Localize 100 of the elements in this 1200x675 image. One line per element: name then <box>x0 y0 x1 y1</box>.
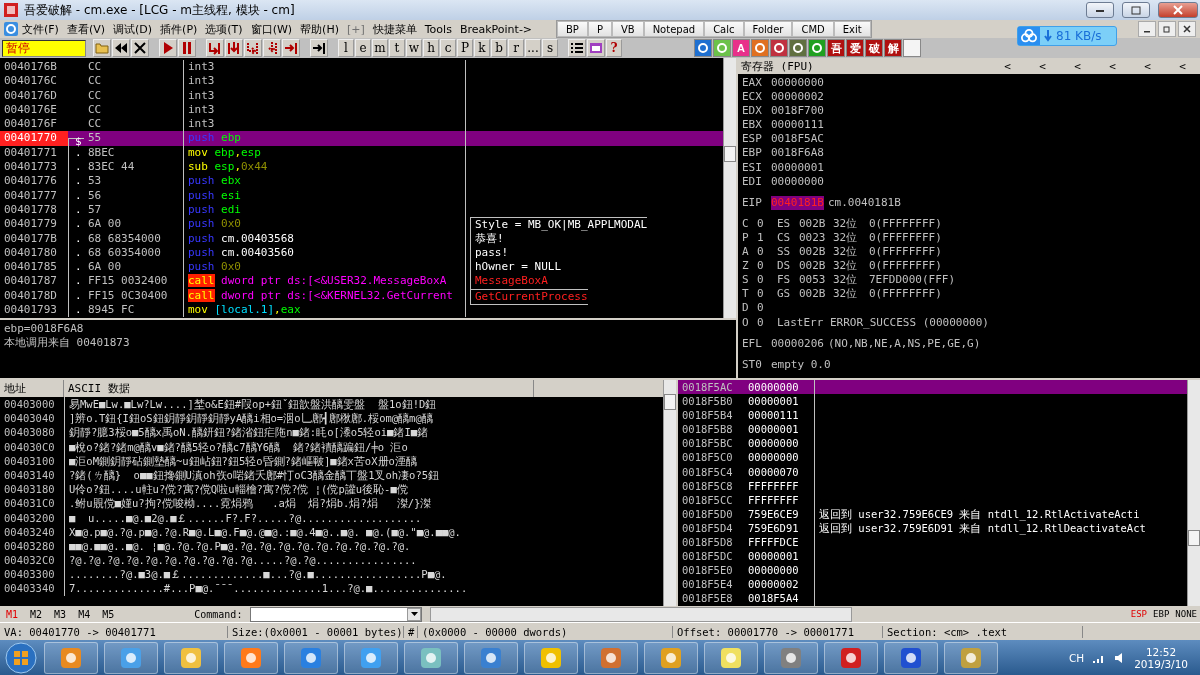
close-button[interactable] <box>1178 21 1196 37</box>
scrollbar[interactable] <box>1187 380 1200 606</box>
toolbar-button[interactable]: b <box>491 39 507 57</box>
toolbar-button[interactable]: ... <box>525 39 541 57</box>
flag-name: S <box>742 273 750 288</box>
toolbar-button[interactable]: l <box>338 39 354 57</box>
command-field[interactable] <box>250 606 423 622</box>
taskbar-button[interactable] <box>104 641 158 674</box>
quick-button[interactable]: BP <box>557 21 588 37</box>
address-cell-text: 00403100 <box>3 453 56 468</box>
maximize-button[interactable] <box>1122 2 1150 18</box>
dump-tab[interactable]: M5 <box>100 608 117 620</box>
dump-tab[interactable]: M2 <box>28 608 45 620</box>
arrow-button[interactable]: < <box>990 59 1025 73</box>
menu-item[interactable]: 调试(D) <box>109 21 157 37</box>
taskbar-button[interactable] <box>884 641 938 674</box>
toolbar-button[interactable]: k <box>474 39 490 57</box>
instruction-cell: int3 <box>183 102 465 118</box>
dropdown-button[interactable] <box>407 607 422 621</box>
plugin-button[interactable]: 爱 <box>846 39 864 57</box>
arrow-button[interactable]: < <box>1130 59 1165 73</box>
arrow-button[interactable]: < <box>1025 59 1060 73</box>
start-button[interactable] <box>4 640 38 675</box>
taskbar-button[interactable] <box>764 641 818 674</box>
arrow-button[interactable]: < <box>1095 59 1130 73</box>
taskbar-button[interactable] <box>944 641 998 674</box>
plugin-button[interactable]: 解 <box>884 39 902 57</box>
toolbar-button[interactable]: c <box>440 39 456 57</box>
taskbar-button[interactable] <box>224 641 278 674</box>
toolbar-button[interactable]: e <box>355 39 371 57</box>
segment-base: 0(FFFFFFFF) <box>869 216 942 231</box>
segment-bits: 32位 <box>833 287 859 302</box>
minimize-button[interactable] <box>1086 2 1114 18</box>
quick-button[interactable]: CMD <box>792 21 834 37</box>
menu-item[interactable]: 帮助(H) <box>296 21 343 37</box>
segment-selector: 002B <box>799 287 827 302</box>
taskbar-button[interactable] <box>284 641 338 674</box>
plugin-button[interactable] <box>789 39 807 57</box>
plugin-button[interactable] <box>751 39 769 57</box>
register-name: EFL <box>742 336 763 351</box>
plugin-button[interactable] <box>713 39 731 57</box>
toolbar-button[interactable]: h <box>423 39 439 57</box>
arrow-button[interactable]: < <box>1060 59 1095 73</box>
quick-button[interactable]: Exit <box>833 21 871 37</box>
taskbar-button[interactable] <box>344 641 398 674</box>
mode-button[interactable]: NONE <box>1172 609 1200 619</box>
plugin-button[interactable] <box>770 39 788 57</box>
dump-tab[interactable]: M4 <box>76 608 93 620</box>
taskbar-button[interactable] <box>824 641 878 674</box>
quick-button[interactable]: VB <box>611 21 644 37</box>
quick-button[interactable]: Notepad <box>643 21 705 37</box>
toolbar-button[interactable]: m <box>372 39 388 57</box>
menu-item[interactable]: BreakPoint-> <box>455 22 537 36</box>
taskbar-button[interactable] <box>644 641 698 674</box>
toolbar-button[interactable]: t <box>389 39 405 57</box>
register-value: 00000206 <box>771 336 824 351</box>
menu-item[interactable]: 插件(P) <box>156 21 202 37</box>
address-cell-text: 00403300 <box>3 567 56 582</box>
menu-item[interactable]: Tools <box>420 22 456 36</box>
arrow-button[interactable]: < <box>1165 59 1200 73</box>
app-icon <box>899 645 923 670</box>
plugin-button[interactable]: A <box>732 39 750 57</box>
scrollbar[interactable] <box>663 380 676 606</box>
taskbar-button[interactable] <box>44 641 98 674</box>
menu-item[interactable]: 选项(T) <box>201 21 247 37</box>
address-cell-text: 00403000 <box>3 397 56 412</box>
taskbar-button[interactable] <box>404 641 458 674</box>
value-cell-text: 00000070 <box>747 464 800 479</box>
taskbar-button[interactable] <box>524 641 578 674</box>
toolbar-button[interactable]: s <box>542 39 558 57</box>
quick-button[interactable]: Calc <box>704 21 744 37</box>
taskbar-button[interactable] <box>164 641 218 674</box>
value-cell-text: 00000002 <box>747 577 800 592</box>
toolbar-button[interactable]: w <box>406 39 422 57</box>
help-button[interactable]: ? <box>606 39 622 57</box>
dump-tab[interactable]: M3 <box>52 608 69 620</box>
close-button[interactable] <box>1158 2 1198 18</box>
marker-cell: . <box>68 188 84 203</box>
toolbar-button[interactable]: r <box>508 39 524 57</box>
marker-cell: . <box>68 217 84 233</box>
plugin-button[interactable]: 吾 <box>827 39 845 57</box>
menu-item[interactable]: 文件(F) <box>18 21 63 37</box>
quick-button[interactable]: P <box>587 21 612 37</box>
scrollbar[interactable] <box>723 58 736 318</box>
menu-item[interactable]: 查看(V) <box>62 21 110 37</box>
taskbar-button[interactable] <box>584 641 638 674</box>
value-cell-text: 00000001 <box>747 394 800 409</box>
address-cell-text: 0018F5B4 <box>681 408 734 423</box>
segment-bits: 32位 <box>833 216 859 231</box>
menu-item[interactable]: 快捷菜单 <box>368 21 421 37</box>
quick-button[interactable]: Folder <box>743 21 793 37</box>
toolbar-button[interactable]: P <box>457 39 473 57</box>
plugin-button[interactable] <box>694 39 712 57</box>
plugin-button[interactable]: 破 <box>865 39 883 57</box>
mode-button[interactable]: EBP <box>1150 609 1173 619</box>
menu-item[interactable]: 窗口(W) <box>246 21 297 37</box>
address-cell-text: 004031C0 <box>3 496 56 511</box>
taskbar-button[interactable] <box>464 641 518 674</box>
plugin-button[interactable] <box>808 39 826 57</box>
taskbar-button[interactable] <box>704 641 758 674</box>
